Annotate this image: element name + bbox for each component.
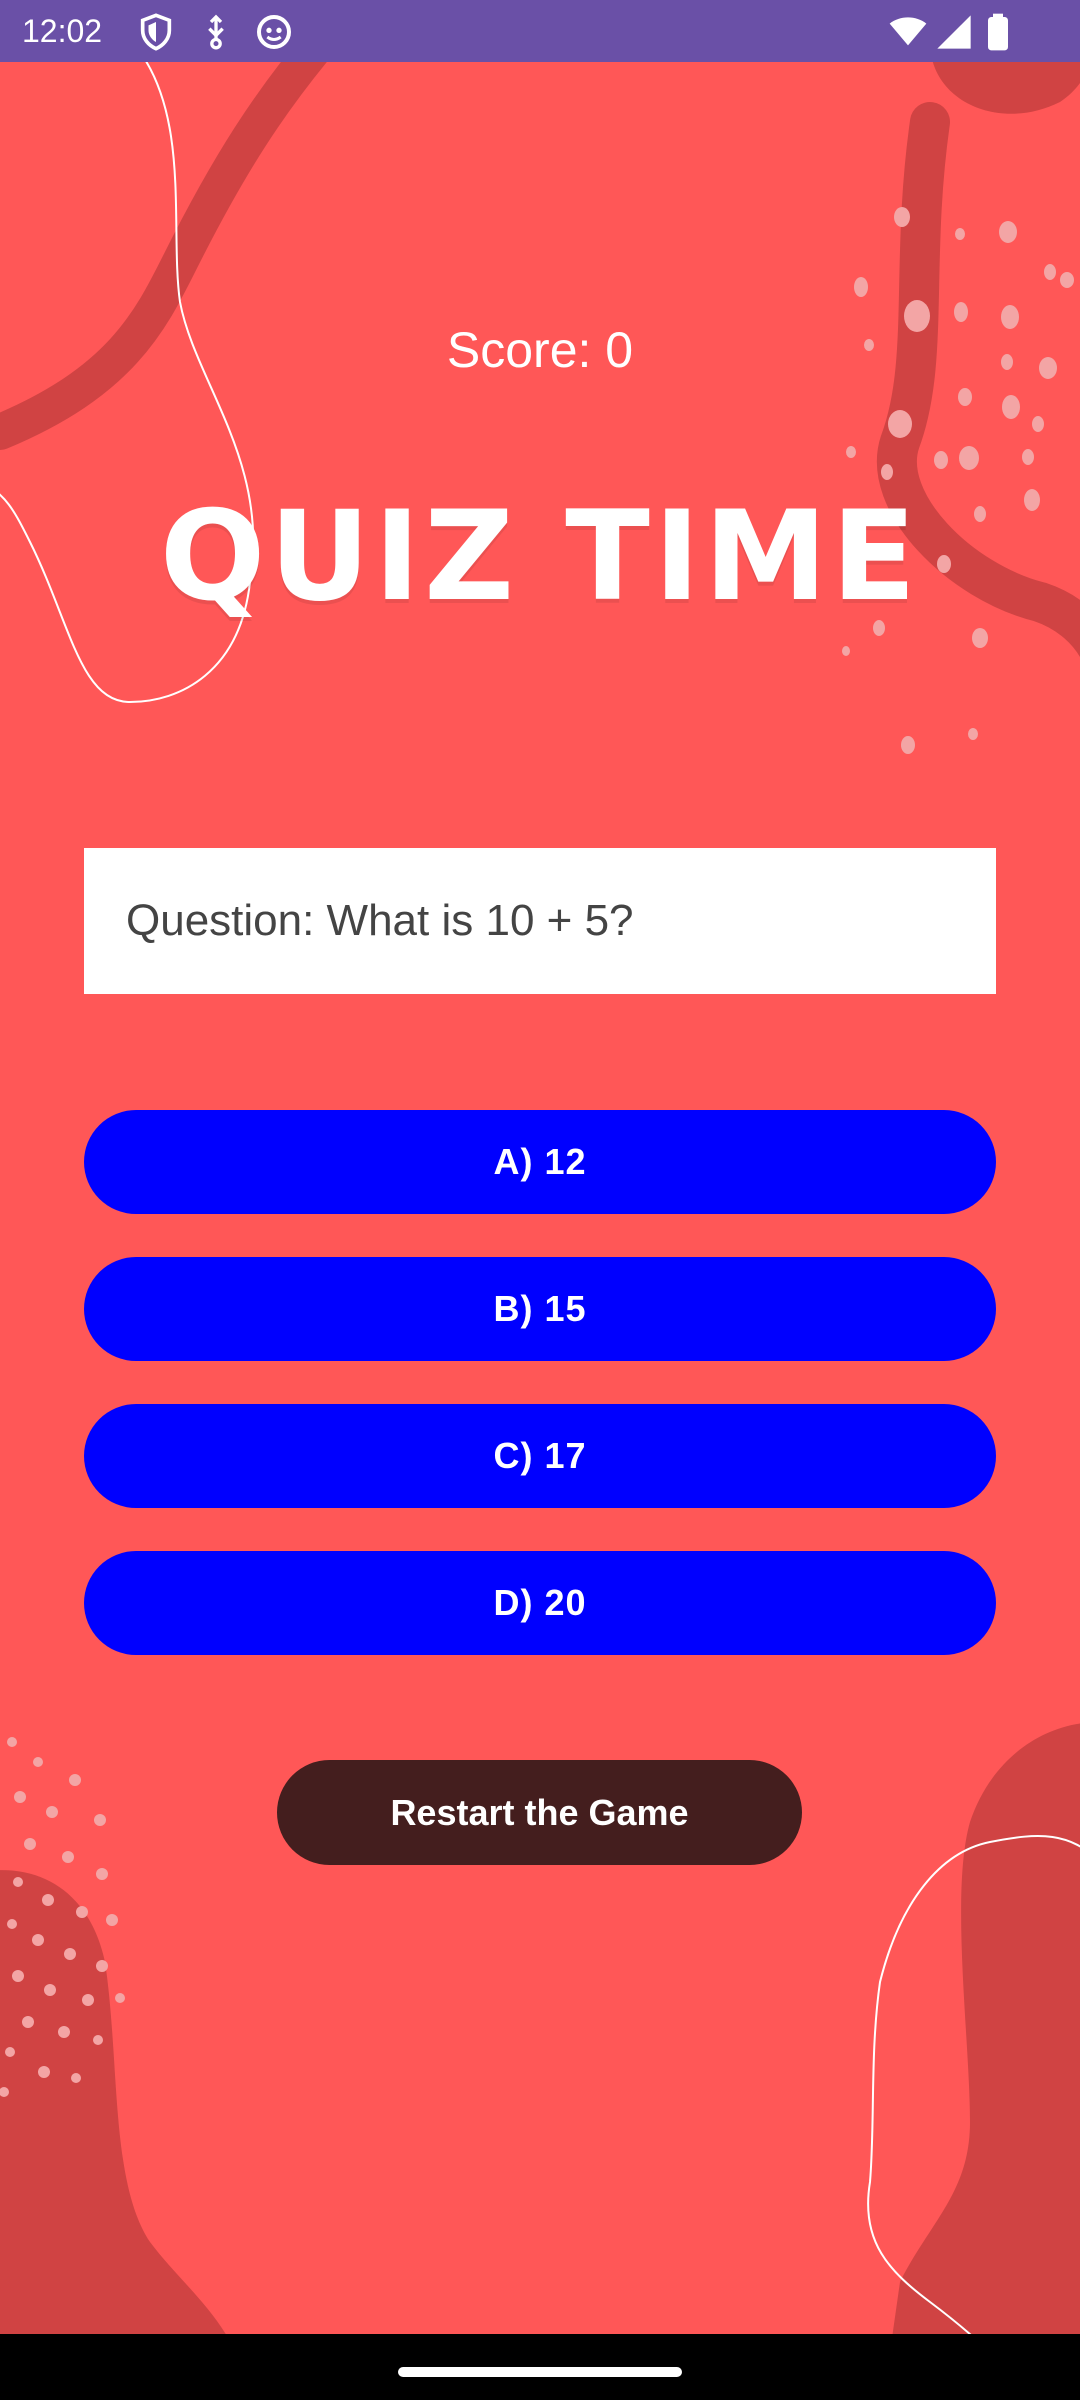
usb-debug-icon xyxy=(196,12,236,52)
app-notification-icon xyxy=(254,12,294,52)
question-text: Question: What is 10 + 5? xyxy=(126,896,634,945)
quiz-screen: Score: 0 QUIZ TIME Question: What is 10 … xyxy=(0,62,1080,2334)
status-time: 12:02 xyxy=(22,13,103,49)
wifi-icon xyxy=(888,12,928,52)
home-gesture-handle[interactable] xyxy=(398,2367,682,2377)
dots-top-right xyxy=(842,207,1074,754)
status-bar: 12:02 xyxy=(0,0,1080,62)
quiz-title: QUIZ TIME xyxy=(159,485,921,629)
answer-a-button[interactable]: A) 12 xyxy=(84,1110,996,1214)
answer-c-button[interactable]: C) 17 xyxy=(84,1404,996,1508)
battery-icon xyxy=(978,12,1018,52)
shield-icon xyxy=(136,12,176,52)
score-label: Score: 0 xyxy=(446,322,634,378)
question-card: Question: What is 10 + 5? xyxy=(84,848,996,994)
answer-b-button[interactable]: B) 15 xyxy=(84,1257,996,1361)
signal-icon xyxy=(934,12,974,52)
answer-d-button[interactable]: D) 20 xyxy=(84,1551,996,1655)
restart-game-button[interactable]: Restart the Game xyxy=(277,1760,802,1865)
